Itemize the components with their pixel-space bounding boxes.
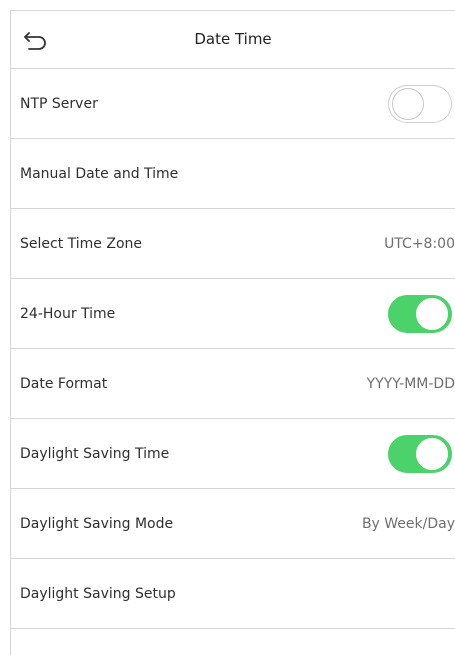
daylight-saving-mode-label: Daylight Saving Mode [20, 515, 174, 532]
24-hour-time-label: 24-Hour Time [20, 305, 116, 322]
row-ntp-server[interactable]: NTP Server [11, 69, 455, 139]
daylight-saving-time-label: Daylight Saving Time [20, 445, 170, 462]
date-format-label: Date Format [20, 375, 108, 392]
page-title: Date Time [194, 30, 272, 48]
manual-date-time-label: Manual Date and Time [20, 165, 179, 182]
row-date-format[interactable]: Date Format YYYY-MM-DD [11, 349, 455, 419]
toggle-knob [416, 437, 448, 470]
row-manual-date-time[interactable]: Manual Date and Time [11, 139, 455, 209]
row-select-time-zone[interactable]: Select Time Zone UTC+8:00 [11, 209, 455, 279]
ntp-server-toggle[interactable] [388, 84, 452, 123]
header-bar: Date Time [11, 11, 455, 69]
toggle-knob [416, 297, 448, 330]
time-zone-value: UTC+8:00 [384, 235, 455, 252]
time-zone-label: Select Time Zone [20, 235, 142, 252]
daylight-saving-setup-label: Daylight Saving Setup [20, 585, 176, 602]
daylight-saving-mode-value: By Week/Day [361, 515, 455, 532]
date-time-screen: Date Time NTP Server Manual Date and Tim… [10, 10, 455, 655]
row-24-hour-time[interactable]: 24-Hour Time [11, 279, 455, 349]
row-daylight-saving-setup[interactable]: Daylight Saving Setup [11, 559, 455, 629]
ntp-server-label: NTP Server [20, 95, 98, 112]
row-daylight-saving-time[interactable]: Daylight Saving Time [11, 419, 455, 489]
24-hour-time-toggle[interactable] [388, 294, 452, 333]
toggle-knob [392, 87, 424, 120]
row-daylight-saving-mode[interactable]: Daylight Saving Mode By Week/Day [11, 489, 455, 559]
date-format-value: YYYY-MM-DD [366, 375, 455, 392]
daylight-saving-time-toggle[interactable] [388, 434, 452, 473]
